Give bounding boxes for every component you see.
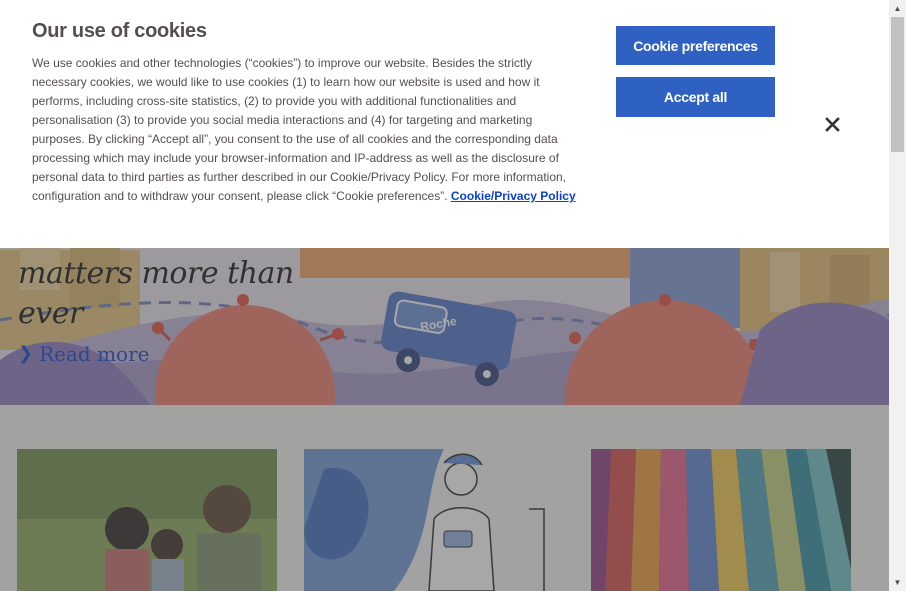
cookie-banner-body: We use cookies and other technologies (“… xyxy=(32,56,567,203)
cookie-banner-title: Our use of cookies xyxy=(32,20,207,42)
cookie-preferences-button[interactable]: Cookie preferences xyxy=(616,26,775,65)
close-icon[interactable] xyxy=(823,115,842,134)
cookie-banner-text: We use cookies and other technologies (“… xyxy=(32,54,584,206)
cookie-privacy-policy-link[interactable]: Cookie/Privacy Policy xyxy=(451,189,576,203)
scrollbar-thumb[interactable] xyxy=(891,17,904,152)
scroll-up-arrow-icon[interactable]: ▲ xyxy=(889,0,906,17)
cookie-banner: Our use of cookies We use cookies and ot… xyxy=(0,0,889,248)
vertical-scrollbar[interactable]: ▲ ▼ xyxy=(889,0,906,591)
modal-backdrop[interactable] xyxy=(0,248,889,591)
scroll-down-arrow-icon[interactable]: ▼ xyxy=(889,574,906,591)
accept-all-button[interactable]: Accept all xyxy=(616,77,775,117)
